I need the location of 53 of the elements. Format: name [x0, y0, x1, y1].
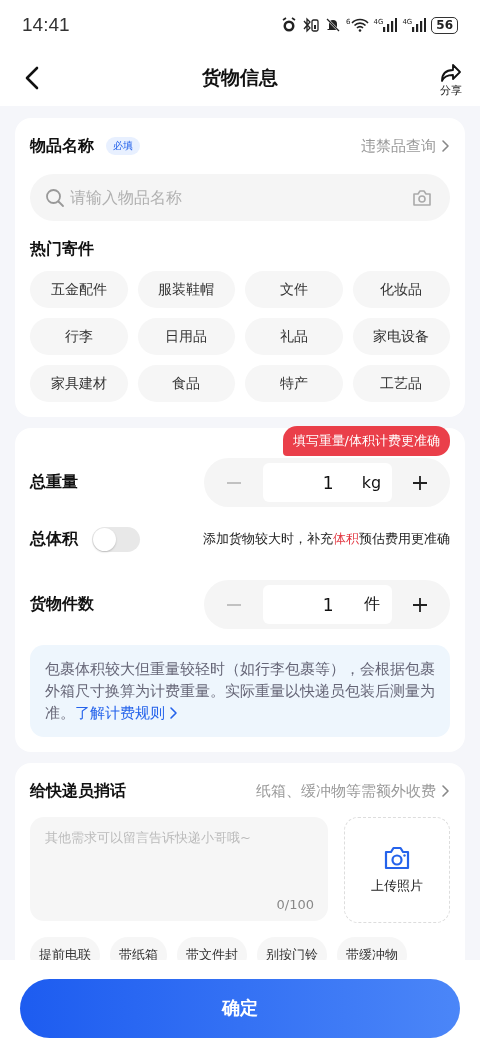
upload-label: 上传照片 — [371, 877, 423, 895]
category-chip[interactable]: 家具建材 — [30, 365, 128, 402]
alarm-icon — [281, 17, 298, 33]
quick-tag[interactable]: 带缓冲物 — [337, 937, 407, 960]
field-label: 总体积 — [30, 528, 78, 550]
character-counter: 0/100 — [276, 897, 314, 912]
toggle-switch[interactable] — [92, 526, 140, 552]
note-text: 包裹体积较大但重量较轻时（如行李包裹等），会根据包裹外箱尺寸换算为计费重量。实际重量以快递员包装后测量为准。了解计费规则 — [45, 658, 435, 724]
confirm-button[interactable]: 确定 — [20, 978, 460, 1038]
chevron-icon — [440, 139, 450, 153]
search-field[interactable]: 请输入物品名称 — [30, 174, 450, 221]
category-chip[interactable]: 礼品 — [245, 318, 343, 355]
share-button[interactable]: 分享 — [440, 62, 462, 98]
unit-text: 件 — [362, 594, 381, 615]
pricing-rules-link[interactable]: 了解计费规则 — [75, 702, 178, 724]
chevron-icon — [440, 784, 450, 798]
camera-icon — [383, 845, 411, 871]
section-title: 物品名称 — [30, 135, 94, 157]
category-chip[interactable]: 食品 — [137, 365, 235, 402]
signal-icon — [412, 18, 427, 32]
unit-text: kg — [361, 473, 382, 492]
page-title: 货物信息 — [202, 65, 278, 90]
promo-badge: 填写重量/体积计费更准确 — [282, 426, 450, 456]
category-chip[interactable]: 特产 — [245, 365, 343, 402]
battery-level: 56 — [431, 16, 458, 34]
value-field[interactable]: 1 kg — [262, 463, 392, 502]
share-icon — [440, 62, 462, 83]
category-chip[interactable]: 文件 — [245, 271, 343, 308]
value-field[interactable]: 1 件 — [262, 585, 392, 624]
camera-icon[interactable] — [412, 188, 432, 207]
wifi-icon — [350, 18, 369, 32]
chevron-icon — [168, 706, 178, 720]
category-chip[interactable]: 化妆品 — [352, 271, 450, 308]
quick-tag[interactable]: 带文件封 — [177, 937, 247, 960]
category-chip[interactable]: 五金配件 — [30, 271, 128, 308]
category-chip[interactable]: 行李 — [30, 318, 128, 355]
field-label: 总重量 — [30, 472, 78, 493]
section-title: 给快递员捎话 — [30, 780, 126, 802]
mute-icon — [325, 17, 342, 33]
category-chip[interactable]: 工艺品 — [352, 365, 450, 402]
category-chip[interactable]: 家电设备 — [352, 318, 450, 355]
volume-hint: 添加货物较大时，补充体积预估费用更准确 — [203, 530, 450, 548]
category-chip[interactable]: 服装鞋帽 — [137, 271, 235, 308]
value-text: 1 — [322, 472, 334, 493]
category-chip[interactable]: 日用品 — [137, 318, 235, 355]
field-label: 货物件数 — [30, 594, 94, 615]
signal-icon — [383, 18, 398, 32]
section-title: 热门寄件 — [30, 239, 95, 260]
status-time: 14:41 — [22, 14, 70, 36]
upload-photo-button[interactable]: 上传照片 — [344, 817, 450, 923]
required-badge: 必填 — [106, 137, 140, 155]
value-text: 1 — [322, 594, 334, 615]
quick-tag[interactable]: 带纸箱 — [110, 937, 167, 960]
